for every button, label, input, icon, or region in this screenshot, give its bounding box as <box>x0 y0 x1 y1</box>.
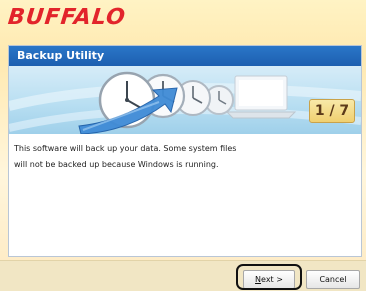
laptop-icon <box>225 75 297 119</box>
message-line: This software will back up your data. So… <box>14 144 237 153</box>
intro-message: This software will back up your data. So… <box>14 141 344 173</box>
message-line: will not be backed up because Windows is… <box>14 160 219 169</box>
next-label: ext > <box>261 275 283 284</box>
main-panel: Backup Utility 1 / 7 This software will … <box>8 45 362 257</box>
buffalo-logo: BUFFALO <box>6 5 128 30</box>
panel-title: Backup Utility <box>9 46 361 66</box>
step-indicator: 1 / 7 <box>309 99 355 123</box>
cancel-button[interactable]: Cancel <box>306 270 360 289</box>
banner-illustration: 1 / 7 <box>9 66 361 134</box>
backup-utility-window: BUFFALO Backup Utility 1 / 7 This softwa… <box>0 0 366 291</box>
next-button[interactable]: Next > <box>243 270 295 289</box>
